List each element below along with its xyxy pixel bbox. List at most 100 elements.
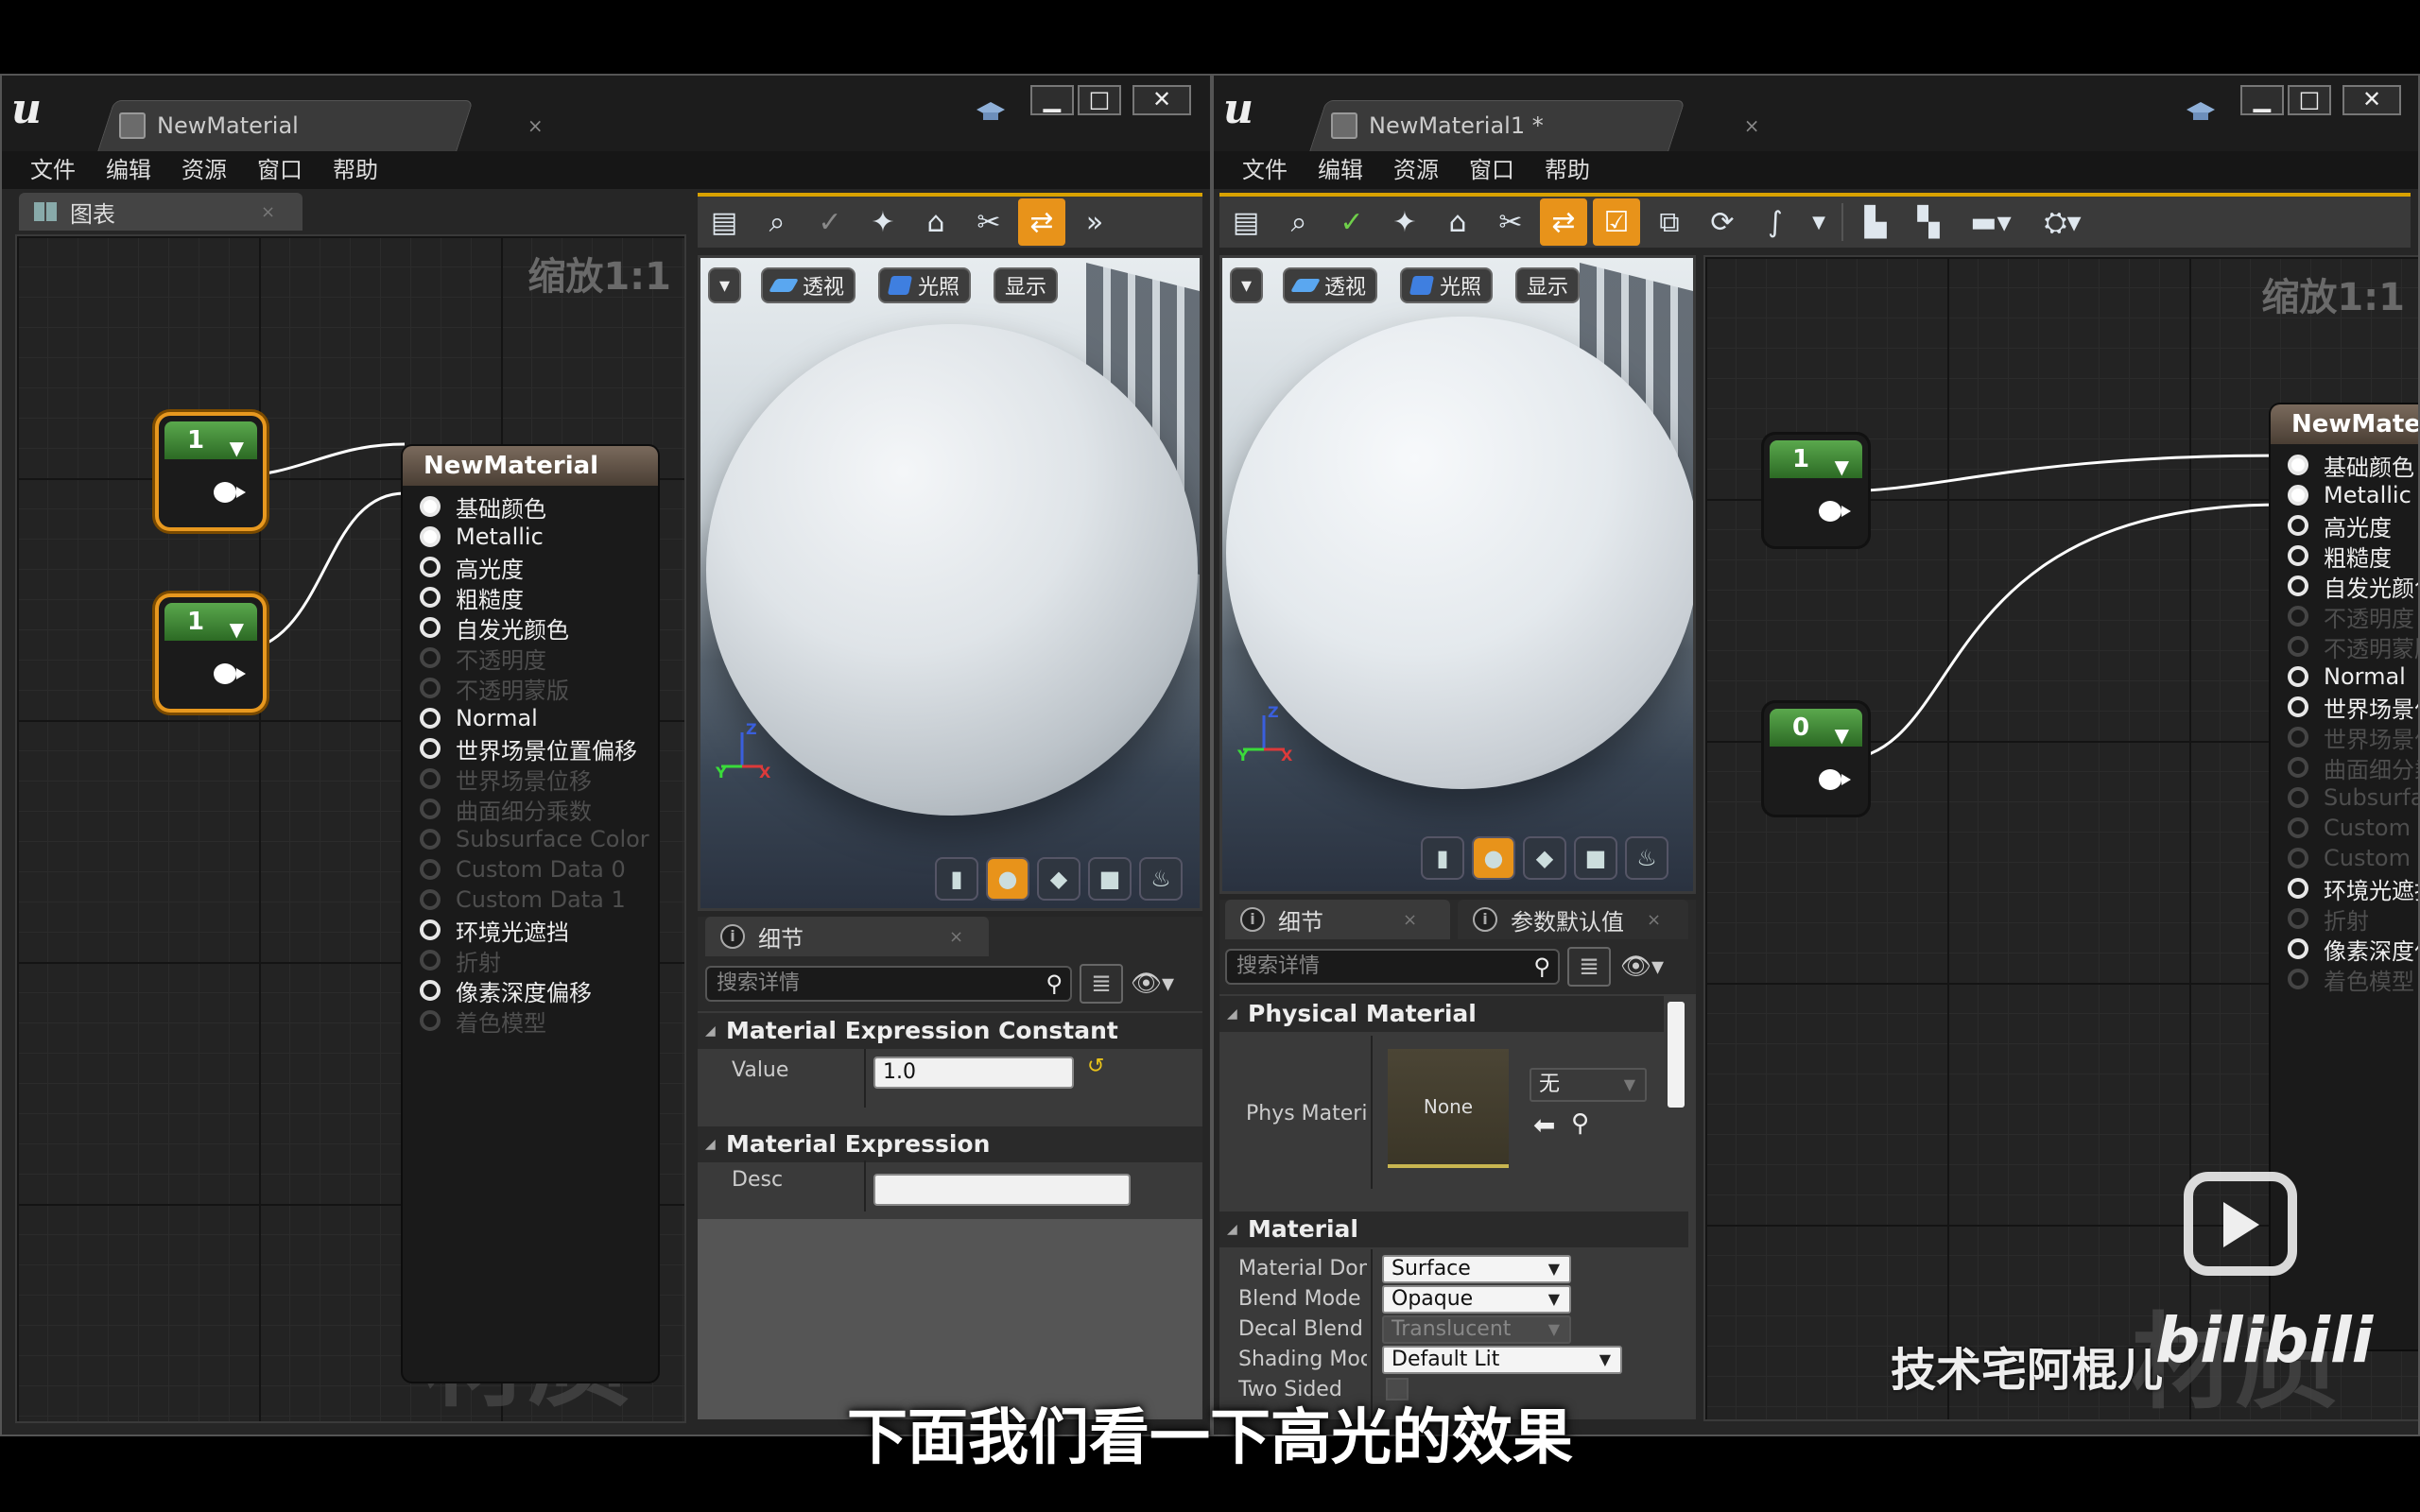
maximize-button[interactable]: □ [2288,85,2331,115]
reset-to-default-icon[interactable]: ↺ [1087,1055,1104,1078]
left-doc-tab[interactable]: NewMaterial × [106,100,544,151]
details-search-input[interactable]: 搜索详情 ⚲ [705,966,1072,1002]
parameter-defaults-tab[interactable]: i 参数默认值 × [1458,900,1688,939]
input-pin-icon[interactable] [2288,666,2308,687]
save-button[interactable]: ▤ [1222,198,1270,246]
left-preview-viewport[interactable]: ▾ 透视 光照 显示 Z X Y ▮ ● ◆ ■ ♨ [698,255,1202,911]
input-pin-icon[interactable] [2288,727,2308,747]
graph-tab[interactable]: 图表 × [19,193,302,231]
input-pin-icon[interactable] [420,889,441,910]
search-button[interactable]: ✦ [1381,198,1428,246]
toolbar-overflow-icon[interactable]: » [1071,198,1118,246]
connectors-button[interactable]: ⇄ [1540,198,1587,246]
input-pin-icon[interactable] [2288,938,2308,959]
details-scrollbar[interactable] [1668,1002,1685,1108]
material-input-pin-row[interactable]: 曲面细分乘数 [403,794,592,825]
category-material-expression[interactable]: Material Expression [698,1126,1202,1162]
constant-node[interactable]: 1 ▼ [159,597,263,709]
material-input-pin-row[interactable]: 粗糙度 [403,582,524,613]
sphere-icon[interactable]: ● [1472,836,1515,880]
apply-button[interactable]: ✓ [1328,198,1375,246]
cylinder-icon[interactable]: ▮ [935,857,978,901]
material-input-pin-row[interactable]: 折射 [403,945,501,976]
platform-stats-button[interactable]: ▚ [1905,198,1952,246]
material-input-pin-row[interactable]: Custom Data 0 [403,854,626,885]
material-input-pin-row[interactable]: 不透明度 [2271,601,2414,632]
browse-search-icon[interactable]: ⚲ [1571,1109,1589,1138]
graduation-cap-icon[interactable] [2186,100,2216,125]
input-pin-icon[interactable] [420,678,441,698]
perspective-button[interactable]: 透视 [1283,267,1378,303]
material-input-pin-row[interactable]: Normal [403,703,538,733]
material-property-combo[interactable]: Opaque [1382,1285,1571,1314]
input-pin-icon[interactable] [2288,878,2308,899]
input-pin-icon[interactable] [2288,696,2308,717]
output-pin[interactable] [214,663,246,684]
right-doc-tab[interactable]: NewMaterial1 * × [1318,100,1760,151]
show-button[interactable]: 显示 [1515,267,1581,303]
dropdown-icon[interactable]: ▼ [1805,198,1833,246]
cylinder-icon[interactable]: ▮ [1421,836,1464,880]
phys-material-thumbnail[interactable]: None [1388,1049,1509,1168]
value-input[interactable]: 1.0 [873,1057,1074,1089]
collapse-arrow-icon[interactable]: ▼ [230,610,244,648]
minimize-button[interactable]: ▁ [1030,85,1074,115]
clean-up-button[interactable]: ✂ [1487,198,1534,246]
graduation-cap-icon[interactable] [976,100,1006,125]
close-tab-icon[interactable]: × [1403,910,1417,930]
search-button[interactable]: ✦ [859,198,907,246]
clean-up-button[interactable]: ✂ [965,198,1012,246]
material-input-pin-row[interactable]: Subsurface Color [2271,782,2418,813]
material-input-pin-row[interactable]: 世界场景位移 [2271,722,2418,753]
material-result-node[interactable]: NewMaterial 基础颜色 Metallic 高光度 粗糙度 自发光颜色 不透明度不… [403,446,658,1382]
material-input-pin-row[interactable]: 世界场景位置偏移 [2271,692,2418,723]
input-pin-icon[interactable] [420,617,441,638]
input-pin-icon[interactable] [420,859,441,880]
visibility-eye-icon[interactable]: 👁▾ [1620,953,1664,981]
live-preview-button[interactable]: ☑ [1593,198,1640,246]
save-button[interactable]: ▤ [700,198,748,246]
desc-input[interactable] [873,1174,1131,1206]
input-pin-icon[interactable] [420,557,441,577]
collapse-arrow-icon[interactable]: ▼ [1835,448,1849,486]
cube-icon[interactable]: ■ [1088,857,1132,901]
input-pin-icon[interactable] [2288,545,2308,566]
output-pin[interactable] [1819,501,1851,522]
lit-button[interactable]: 光照 [1400,267,1494,303]
menu-help[interactable]: 帮助 [1535,151,1611,189]
menu-file[interactable]: 文件 [21,151,96,189]
material-input-pin-row[interactable]: 粗糙度 [2271,541,2392,572]
cube-icon[interactable]: ■ [1574,836,1617,880]
close-window-button[interactable]: ✕ [2342,85,2401,115]
material-input-pin-row[interactable]: Metallic [403,522,544,552]
live-nodes-button[interactable]: ⧉ [1646,198,1693,246]
teapot-icon[interactable]: ♨ [1625,836,1668,880]
material-input-pin-row[interactable]: 不透明蒙版 [403,673,569,704]
material-input-pin-row[interactable]: 高光度 [403,552,524,583]
category-physical-material[interactable]: Physical Material [1219,996,1664,1032]
input-pin-icon[interactable] [420,526,441,547]
input-pin-icon[interactable] [2288,636,2308,657]
apply-button[interactable]: ✓ [806,198,854,246]
menu-asset[interactable]: 资源 [172,151,248,189]
material-input-pin-row[interactable]: Subsurface Color [403,824,649,854]
material-input-pin-row[interactable]: 基础颜色 [2271,450,2414,481]
material-input-pin-row[interactable]: 折射 [2271,903,2369,935]
menu-help[interactable]: 帮助 [323,151,399,189]
material-input-pin-row[interactable]: 像素深度偏移 [2271,934,2418,965]
material-input-pin-row[interactable]: 世界场景位置偏移 [403,733,637,765]
input-pin-icon[interactable] [2288,969,2308,989]
input-pin-icon[interactable] [2288,817,2308,838]
details-tab[interactable]: i 细节 × [705,917,989,956]
material-input-pin-row[interactable]: 环境光遮挡 [2271,873,2418,904]
constant-node[interactable]: 1 ▼ [1764,435,1868,546]
input-pin-icon[interactable] [2288,787,2308,808]
input-pin-icon[interactable] [420,708,441,729]
input-pin-icon[interactable] [2288,757,2308,778]
input-pin-icon[interactable] [2288,848,2308,868]
material-property-combo[interactable]: Surface [1382,1255,1571,1283]
list-view-icon[interactable]: ≣ [1080,964,1123,1004]
menu-edit[interactable]: 编辑 [96,151,172,189]
visibility-eye-icon[interactable]: 👁▾ [1131,970,1174,998]
material-input-pin-row[interactable]: 高光度 [2271,510,2392,541]
